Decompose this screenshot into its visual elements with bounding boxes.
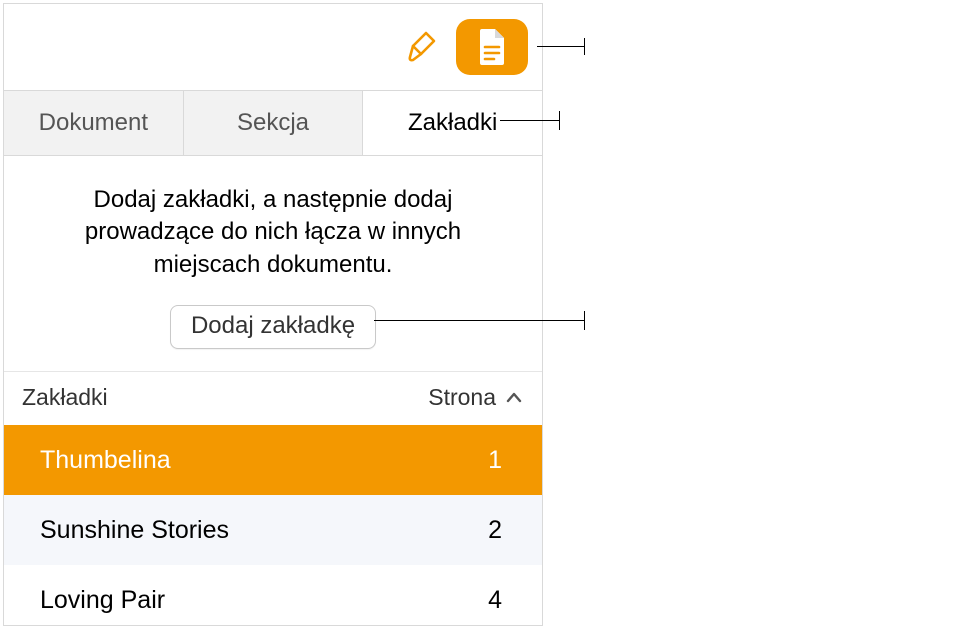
tab-label: Zakładki xyxy=(408,109,497,137)
toolbar xyxy=(4,4,542,90)
bookmark-page: 1 xyxy=(488,446,502,475)
bookmark-name: Loving Pair xyxy=(40,586,488,615)
add-bookmark-row: Dodaj zakładkę xyxy=(4,299,542,371)
callout-line xyxy=(537,46,585,47)
callout-line xyxy=(374,320,585,321)
tab-bookmarks[interactable]: Zakładki xyxy=(363,91,542,155)
tab-section[interactable]: Sekcja xyxy=(184,91,364,155)
bookmark-list-header: Zakładki Strona xyxy=(4,371,542,425)
tab-label: Dokument xyxy=(39,109,148,137)
callout-line xyxy=(500,120,560,121)
bookmark-page: 2 xyxy=(488,516,502,545)
bookmark-page: 4 xyxy=(488,586,502,615)
bookmark-name: Sunshine Stories xyxy=(40,516,488,545)
bookmark-row[interactable]: Thumbelina 1 xyxy=(4,425,542,495)
add-bookmark-button[interactable]: Dodaj zakładkę xyxy=(170,305,376,349)
callout-end-bar xyxy=(584,38,585,55)
callout-end-bar xyxy=(559,111,560,130)
tabs: Dokument Sekcja Zakładki xyxy=(4,90,542,156)
document-button[interactable] xyxy=(456,19,528,75)
bookmarks-description: Dodaj zakładki, a następnie dodaj prowad… xyxy=(4,156,542,299)
add-bookmark-label: Dodaj zakładkę xyxy=(191,312,355,339)
sidebar-panel: Dokument Sekcja Zakładki Dodaj zakładki,… xyxy=(3,3,543,626)
format-brush-icon[interactable] xyxy=(404,29,440,65)
header-name-label: Zakładki xyxy=(22,384,428,411)
tab-document[interactable]: Dokument xyxy=(4,91,184,155)
header-page-label[interactable]: Strona xyxy=(428,384,496,411)
bookmark-row[interactable]: Loving Pair 4 xyxy=(4,565,542,626)
bookmark-name: Thumbelina xyxy=(40,446,488,475)
bookmark-row[interactable]: Sunshine Stories 2 xyxy=(4,495,542,565)
tab-label: Sekcja xyxy=(237,109,309,137)
sort-up-icon[interactable] xyxy=(504,388,524,408)
callout-end-bar xyxy=(584,311,585,330)
